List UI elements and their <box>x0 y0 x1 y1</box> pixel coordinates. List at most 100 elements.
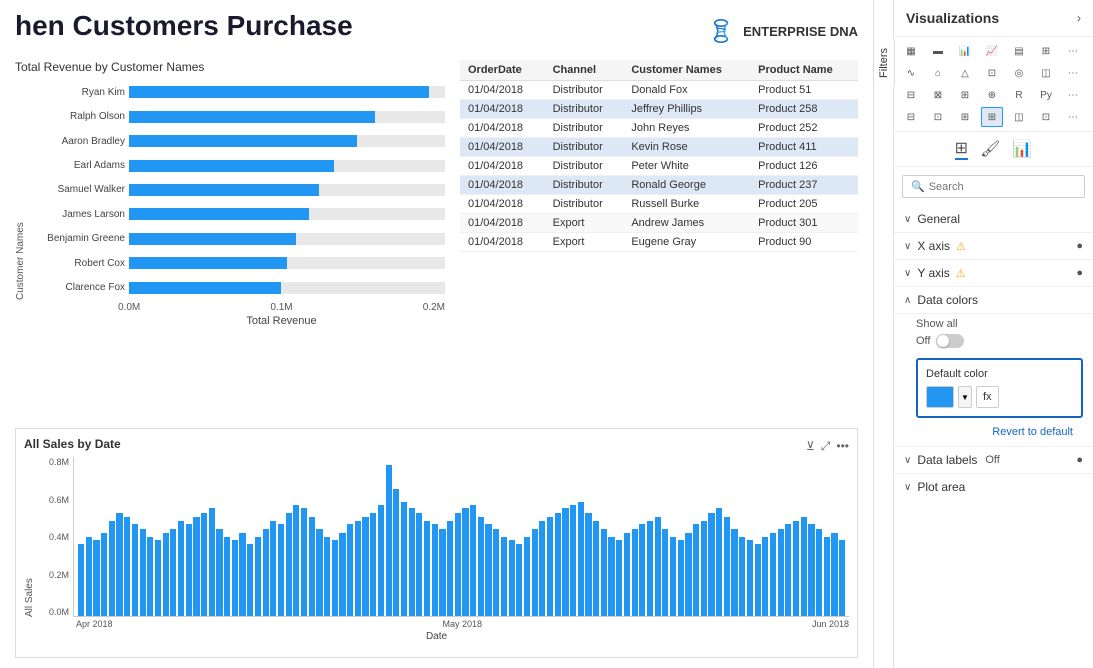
viz-icon-btn-selected[interactable]: ⊞ <box>981 107 1003 127</box>
toggle-data-labels[interactable]: ● <box>1076 454 1083 466</box>
section-x-axis[interactable]: ∨ X axis ⚠ ● <box>894 233 1093 260</box>
analytics-icon[interactable]: 📊 <box>1012 139 1032 159</box>
table-row[interactable]: 01/04/2018 Distributor John Reyes Produc… <box>460 119 858 138</box>
table-row[interactable]: 01/04/2018 Distributor Russell Burke Pro… <box>460 195 858 214</box>
viz-icon-btn[interactable]: ▦ <box>900 41 922 61</box>
bar-label: Earl Adams <box>30 160 125 171</box>
bar-row: Ralph Olson <box>30 108 445 126</box>
viz-icon-btn[interactable]: Py <box>1035 85 1057 105</box>
bar-column <box>731 529 737 616</box>
col-header-customer: Customer Names <box>623 60 750 81</box>
viz-icon-btn[interactable]: ⊞ <box>954 107 976 127</box>
toggle-y-axis[interactable]: ● <box>1076 267 1083 279</box>
table-row[interactable]: 01/04/2018 Distributor Ronald George Pro… <box>460 176 858 195</box>
viz-icon-btn[interactable]: ◫ <box>1008 107 1030 127</box>
more-options-icon[interactable]: ••• <box>836 439 849 453</box>
col-header-product: Product Name <box>750 60 858 81</box>
table-row[interactable]: 01/04/2018 Export Andrew James Product 3… <box>460 214 858 233</box>
bar-column <box>724 517 730 616</box>
bar-column <box>701 521 707 616</box>
viz-icon-btn[interactable]: ⊟ <box>900 107 922 127</box>
filter-icon[interactable]: ⊻ <box>806 439 815 453</box>
format-icons-row: ⊞ 🖌 📊 <box>894 132 1093 167</box>
filters-tab[interactable]: Filters <box>873 40 895 86</box>
bar-column <box>170 529 176 616</box>
bar-chart-inner: Ryan Kim Ralph Olson Aaron Bradley Earl … <box>30 80 445 300</box>
viz-icon-btn[interactable]: ⌂ <box>927 63 949 83</box>
viz-icon-btn[interactable]: 📊 <box>954 41 976 61</box>
cell-channel: Distributor <box>545 81 624 100</box>
viz-icon-btn[interactable]: ⋯ <box>1062 63 1084 83</box>
viz-icon-btn[interactable]: ⊕ <box>981 85 1003 105</box>
bar-column <box>478 517 484 616</box>
bar-column <box>831 533 837 616</box>
toggle-x-axis[interactable]: ● <box>1076 240 1083 252</box>
search-box[interactable]: 🔍 <box>902 175 1085 198</box>
bar-column <box>539 521 545 616</box>
viz-icon-btn[interactable]: ⊞ <box>1035 41 1057 61</box>
viz-icon-btn[interactable]: ⋯ <box>1062 85 1084 105</box>
color-swatch[interactable] <box>926 386 954 408</box>
table-row[interactable]: 01/04/2018 Distributor Jeffrey Phillips … <box>460 100 858 119</box>
bar-column <box>462 508 468 616</box>
bar-row: Aaron Bradley <box>30 132 445 150</box>
viz-icon-btn[interactable]: ⊡ <box>927 107 949 127</box>
color-dropdown-btn[interactable]: ▼ <box>958 386 972 408</box>
viz-icon-btn[interactable]: ▬ <box>927 41 949 61</box>
viz-icon-btn[interactable]: ∿ <box>900 63 922 83</box>
bar-column <box>224 537 230 617</box>
cell-date: 01/04/2018 <box>460 100 545 119</box>
viz-icon-btn[interactable]: ⋯ <box>1062 107 1084 127</box>
right-panel-wrapper: Filters Visualizations › ▦ ▬ 📊 📈 ▤ ⊞ ⋯ ∿… <box>873 0 1093 668</box>
search-input[interactable] <box>929 181 1076 193</box>
section-data-colors[interactable]: ∧ Data colors <box>894 287 1093 314</box>
section-general[interactable]: ∨ General <box>894 206 1093 233</box>
viz-icon-btn[interactable]: ◎ <box>1008 63 1030 83</box>
section-label: General <box>917 212 960 226</box>
bar-column <box>816 529 822 616</box>
viz-icon-btn[interactable]: ⊡ <box>981 63 1003 83</box>
revert-to-default-link[interactable]: Revert to default <box>916 422 1083 442</box>
table-row[interactable]: 01/04/2018 Distributor Donald Fox Produc… <box>460 81 858 100</box>
table-row[interactable]: 01/04/2018 Export Eugene Gray Product 90 <box>460 233 858 252</box>
bar-row: Clarence Fox <box>30 279 445 297</box>
bar-track <box>129 184 445 196</box>
bar-chart: Customer Names Ryan Kim Ralph Olson Aaro… <box>15 80 445 300</box>
viz-icon-btn[interactable]: ◫ <box>1035 63 1057 83</box>
table-row[interactable]: 01/04/2018 Distributor Peter White Produ… <box>460 157 858 176</box>
show-all-toggle[interactable] <box>936 334 964 348</box>
cell-customer: Jeffrey Phillips <box>623 100 750 119</box>
bar-column <box>632 529 638 616</box>
section-label: X axis <box>917 239 950 253</box>
cell-product: Product 126 <box>750 157 858 176</box>
viz-icon-btn[interactable]: ⊡ <box>1035 107 1057 127</box>
bottom-chart-container: All Sales by Date ⊻ ⤢ ••• All Sales 0.8M… <box>15 428 858 658</box>
cell-customer: Russell Burke <box>623 195 750 214</box>
viz-icon-btn[interactable]: ⊟ <box>900 85 922 105</box>
section-plot-area[interactable]: ∨ Plot area <box>894 473 1093 500</box>
cell-date: 01/04/2018 <box>460 157 545 176</box>
top-section: Total Revenue by Customer Names Customer… <box>15 60 858 414</box>
filters-strip[interactable]: Filters <box>873 0 893 668</box>
section-y-axis[interactable]: ∨ Y axis ⚠ ● <box>894 260 1093 287</box>
paint-brush-icon[interactable]: 🖌 <box>980 139 1000 159</box>
format-tab[interactable]: ⊞ <box>955 138 968 160</box>
x-label-may: May 2018 <box>442 619 482 629</box>
bar-column <box>78 544 84 616</box>
section-chevron-icon: ∨ <box>904 482 911 493</box>
fx-button[interactable]: fx <box>976 386 999 408</box>
expand-icon[interactable]: ⤢ <box>821 439 831 454</box>
viz-icon-btn[interactable]: △ <box>954 63 976 83</box>
section-data-labels[interactable]: ∨ Data labels Off ● <box>894 446 1093 473</box>
bar-column <box>309 517 315 616</box>
viz-icon-btn[interactable]: ⊠ <box>927 85 949 105</box>
viz-icon-btn[interactable]: ⊞ <box>954 85 976 105</box>
panel-chevron-icon[interactable]: › <box>1077 11 1081 25</box>
viz-icon-btn[interactable]: ⋯ <box>1062 41 1084 61</box>
col-header-orderdate: OrderDate <box>460 60 545 81</box>
bar-column <box>808 524 814 616</box>
table-row[interactable]: 01/04/2018 Distributor Kevin Rose Produc… <box>460 138 858 157</box>
viz-icon-btn[interactable]: 📈 <box>981 41 1003 61</box>
viz-icon-btn[interactable]: R <box>1008 85 1030 105</box>
viz-icon-btn[interactable]: ▤ <box>1008 41 1030 61</box>
